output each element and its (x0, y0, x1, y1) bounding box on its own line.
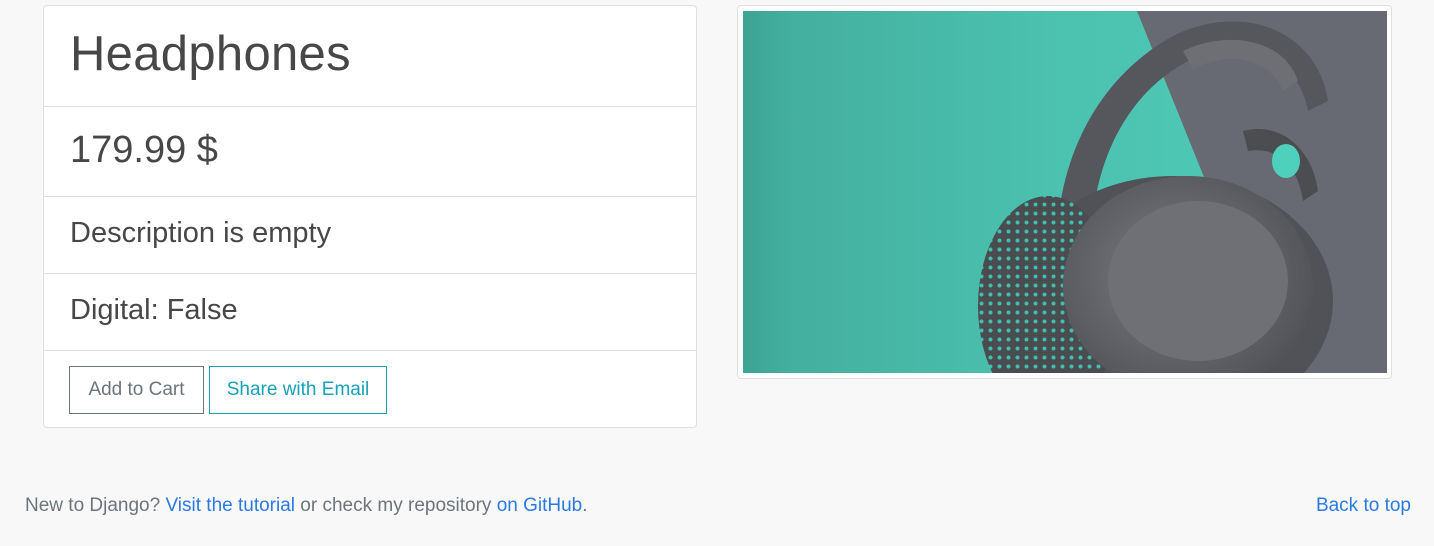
price-row: 179.99 $ (44, 107, 696, 197)
add-to-cart-button[interactable]: Add to Cart (69, 366, 204, 414)
footer-prefix: New to Django? (25, 495, 166, 516)
title-row: Headphones (44, 6, 696, 107)
description-row: Description is empty (44, 197, 696, 274)
digital-row: Digital: False (44, 274, 696, 351)
product-card: Headphones 179.99 $ Description is empty… (43, 5, 697, 428)
tutorial-link[interactable]: Visit the tutorial (165, 495, 295, 516)
back-to-top-link[interactable]: Back to top (1316, 494, 1411, 518)
share-email-button[interactable]: Share with Email (209, 366, 387, 414)
actions-row: Add to Cart Share with Email (44, 351, 696, 427)
product-digital: Digital: False (70, 294, 238, 326)
github-link[interactable]: on GitHub (497, 495, 583, 516)
product-image-frame (737, 5, 1392, 379)
footer-suffix: . (582, 495, 588, 516)
product-description: Description is empty (70, 217, 332, 249)
footer-middle: or check my repository (295, 495, 497, 516)
footer-text: New to Django? Visit the tutorial or che… (25, 494, 588, 518)
product-image (743, 11, 1387, 373)
product-title: Headphones (70, 27, 351, 81)
product-price: 179.99 $ (70, 129, 218, 171)
